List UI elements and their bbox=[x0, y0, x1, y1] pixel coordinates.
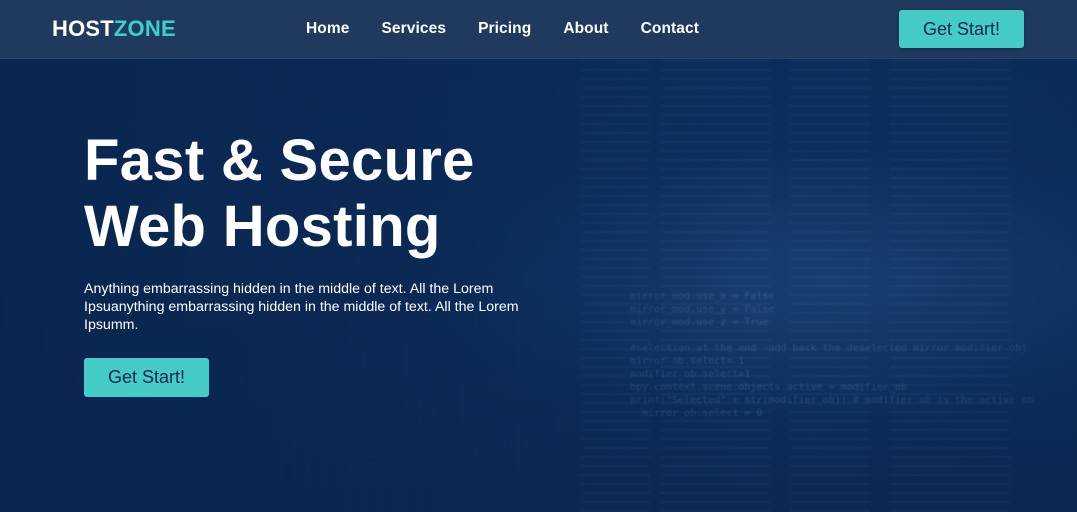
header-get-started-button[interactable]: Get Start! bbox=[899, 10, 1024, 48]
logo-host-text: HOST bbox=[52, 16, 114, 41]
hero-title-line2: Web Hosting bbox=[84, 194, 441, 259]
top-navbar: HOSTZONE Home Services Pricing About Con… bbox=[0, 0, 1077, 59]
hero-title-line1: Fast & Secure bbox=[84, 128, 475, 193]
logo[interactable]: HOSTZONE bbox=[52, 16, 176, 42]
nav-link-contact[interactable]: Contact bbox=[641, 20, 699, 38]
main-nav: Home Services Pricing About Contact bbox=[290, 0, 715, 58]
nav-link-pricing[interactable]: Pricing bbox=[478, 20, 531, 38]
nav-link-home[interactable]: Home bbox=[306, 20, 349, 38]
hero-section: Fast & Secure Web Hosting Anything embar… bbox=[84, 128, 564, 397]
hero-title: Fast & Secure Web Hosting bbox=[84, 128, 564, 260]
hero-get-started-button[interactable]: Get Start! bbox=[84, 358, 209, 397]
nav-link-services[interactable]: Services bbox=[381, 20, 446, 38]
landing-page: mirror_mod.use_x = False mirror_mod.use_… bbox=[0, 0, 1077, 512]
hero-description: Anything embarrassing hidden in the midd… bbox=[84, 281, 519, 333]
nav-link-about[interactable]: About bbox=[563, 20, 608, 38]
logo-zone-text: ZONE bbox=[113, 16, 176, 41]
